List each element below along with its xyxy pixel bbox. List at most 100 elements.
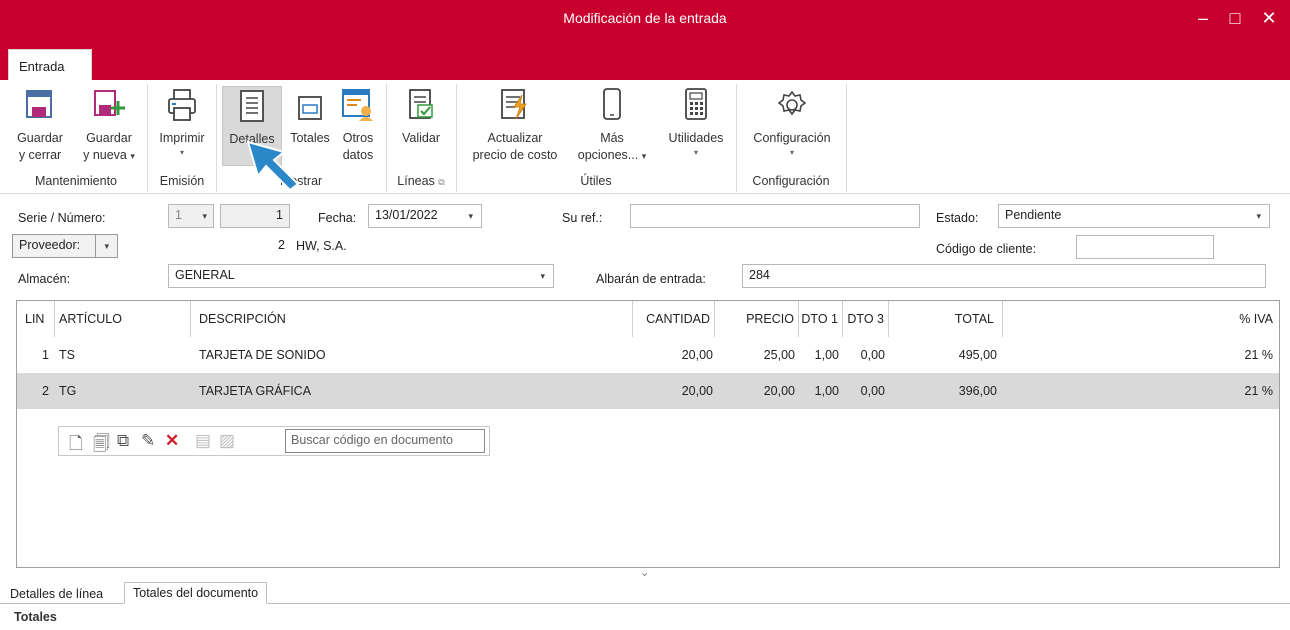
serie-select[interactable]: 1 ▾ xyxy=(168,204,214,228)
update-cost-label-2: precio de costo xyxy=(472,148,558,162)
almacen-label: Almacén: xyxy=(18,272,71,286)
cell-articulo: TG xyxy=(59,384,77,398)
fecha-field[interactable]: 13/01/2022 ▾ xyxy=(368,204,482,228)
calculator-icon xyxy=(658,86,734,124)
validate-button[interactable]: Validar xyxy=(392,86,450,166)
col-dto1[interactable]: DTO 1 xyxy=(799,301,843,337)
ribbon-separator xyxy=(147,84,148,192)
cell-cantidad: 20,00 xyxy=(681,348,713,362)
save-close-label-1: Guardar xyxy=(17,131,63,145)
printer-icon xyxy=(152,86,212,124)
new-line-icon[interactable]: 🗋 xyxy=(69,431,83,460)
cell-total: 495,00 xyxy=(958,348,997,362)
close-button[interactable]: ✕ xyxy=(1252,4,1286,32)
cell-dto1: 1,00 xyxy=(814,384,839,398)
suref-label: Su ref.: xyxy=(562,211,603,225)
other-data-button[interactable]: Otros datos xyxy=(336,86,380,166)
col-precio[interactable]: PRECIO xyxy=(715,301,799,337)
cell-total: 396,00 xyxy=(958,384,997,398)
minimize-button[interactable]: – xyxy=(1186,4,1220,32)
col-lin[interactable]: LIN xyxy=(17,301,55,337)
gear-icon xyxy=(742,86,842,124)
print-button[interactable]: Imprimir ▾ xyxy=(152,86,212,166)
col-cantidad[interactable]: CANTIDAD xyxy=(633,301,715,337)
save-close-icon xyxy=(8,86,72,124)
col-descripcion[interactable]: DESCRIPCIÓN xyxy=(191,301,633,337)
update-cost-label-1: Actualizar xyxy=(487,131,543,145)
tab-detalles-linea[interactable]: Detalles de línea xyxy=(2,584,111,606)
col-articulo[interactable]: ARTÍCULO xyxy=(55,301,191,337)
albaran-field[interactable]: 284 xyxy=(742,264,1266,288)
save-new-button[interactable]: Guardar y nueva ▾ xyxy=(74,86,144,166)
utilities-label: Utilidades xyxy=(668,131,724,145)
cell-dto3: 0,00 xyxy=(860,384,885,398)
almacen-select[interactable]: GENERAL ▾ xyxy=(168,264,554,288)
dialog-launcher-icon[interactable]: ⧉ xyxy=(438,177,444,187)
cell-iva: 21 % xyxy=(1244,348,1274,362)
almacen-value: GENERAL xyxy=(175,268,235,282)
proveedor-button-label: Proveedor: xyxy=(19,238,81,252)
group-utiles: Útiles xyxy=(580,174,612,188)
cell-precio: 25,00 xyxy=(763,348,795,362)
more-options-label-1: Más xyxy=(600,131,624,145)
more-options-button[interactable]: Más opciones... ▾ xyxy=(570,86,654,166)
validate-icon xyxy=(392,86,450,124)
ribbon-separator xyxy=(386,84,387,192)
configuration-label: Configuración xyxy=(753,131,831,145)
configuration-button[interactable]: Configuración ▾ xyxy=(742,86,842,166)
ribbon-tab-entrada[interactable]: Entrada xyxy=(8,49,92,80)
table-row[interactable]: 1 TS TARJETA DE SONIDO 20,00 25,00 1,00 … xyxy=(17,337,1279,373)
codigo-cliente-label: Código de cliente: xyxy=(936,242,1037,256)
table-row[interactable]: 2 TG TARJETA GRÁFICA 20,00 20,00 1,00 0,… xyxy=(17,373,1279,409)
group-lineas: Líneas ⧉ xyxy=(388,174,454,188)
save-new-label-1: Guardar xyxy=(86,131,132,145)
numero-field[interactable]: 1 xyxy=(220,204,290,228)
calendar-dropdown-icon[interactable]: ▾ xyxy=(468,211,473,222)
cell-lin: 1 xyxy=(42,348,49,362)
estado-select[interactable]: Pendiente ▾ xyxy=(998,204,1270,228)
albaran-label: Albarán de entrada: xyxy=(596,272,706,286)
proveedor-code-field[interactable]: 2 xyxy=(168,234,292,258)
notes-icon: ▤ xyxy=(195,431,212,450)
group-lineas-label: Líneas xyxy=(397,174,435,188)
cell-precio: 20,00 xyxy=(763,384,795,398)
ribbon-separator xyxy=(736,84,737,192)
maximize-button[interactable]: □ xyxy=(1218,4,1252,32)
col-dto3[interactable]: DTO 3 xyxy=(843,301,889,337)
col-iva[interactable]: % IVA xyxy=(1003,301,1279,337)
other-data-icon xyxy=(336,86,380,124)
chevron-down-icon: ▾ xyxy=(202,211,207,221)
details-icon xyxy=(223,87,281,125)
cell-articulo: TS xyxy=(59,348,75,362)
cell-iva: 21 % xyxy=(1244,384,1274,398)
totals-icon xyxy=(284,86,336,124)
group-emision: Emisión xyxy=(159,174,205,188)
tab-totales-documento[interactable]: Totales del documento xyxy=(124,582,268,604)
pointer-arrow-icon xyxy=(246,140,300,192)
cell-dto3: 0,00 xyxy=(860,348,885,362)
utilities-dropdown-icon: ▾ xyxy=(693,148,698,157)
codigo-cliente-field[interactable] xyxy=(1076,235,1214,259)
window-title: Modificación de la entrada xyxy=(563,10,727,26)
proveedor-button[interactable]: Proveedor: ▾ xyxy=(12,234,118,258)
fecha-label: Fecha: xyxy=(318,211,357,225)
validate-label: Validar xyxy=(402,131,440,145)
copy-line-icon[interactable]: ⧉ xyxy=(117,431,129,451)
cell-dto1: 1,00 xyxy=(814,348,839,362)
chevron-down-icon: ▾ xyxy=(540,271,545,281)
update-cost-price-button[interactable]: Actualizar precio de costo xyxy=(462,86,568,166)
edit-line-icon[interactable]: ✎ xyxy=(141,431,155,451)
suref-field[interactable] xyxy=(630,204,920,228)
chevron-down-icon: ▾ xyxy=(1256,211,1261,221)
save-close-button[interactable]: Guardar y cerrar xyxy=(8,86,72,166)
col-total[interactable]: TOTAL xyxy=(889,301,1003,337)
serie-label: Serie / Número: xyxy=(18,211,106,225)
group-mantenimiento: Mantenimiento xyxy=(35,174,117,188)
utilities-button[interactable]: Utilidades ▾ xyxy=(658,86,734,166)
delete-line-icon[interactable]: ✕ xyxy=(165,431,179,451)
insert-line-icon[interactable]: 🗐 xyxy=(93,431,110,460)
ribbon-separator xyxy=(216,84,217,192)
search-code-input[interactable]: Buscar código en documento xyxy=(285,429,485,453)
collapse-chevron-icon[interactable]: ⌄ xyxy=(640,566,649,579)
cell-lin: 2 xyxy=(42,384,49,398)
